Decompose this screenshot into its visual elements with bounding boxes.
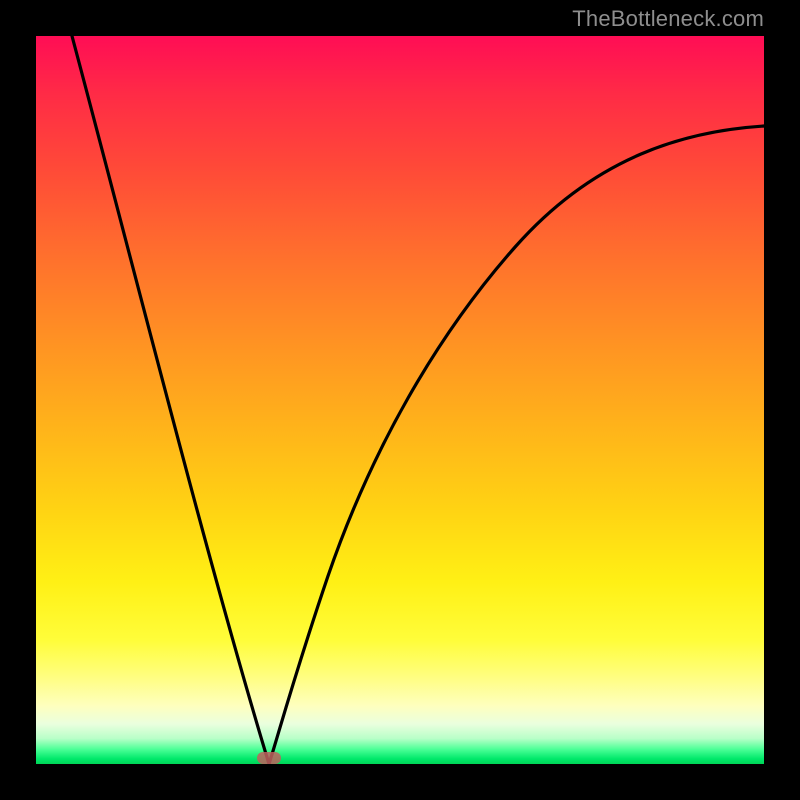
chart-frame: TheBottleneck.com [0,0,800,800]
bottleneck-curve [36,36,764,764]
curve-left-branch [72,36,269,764]
watermark-text: TheBottleneck.com [572,6,764,32]
curve-right-branch [269,126,764,764]
min-marker [257,752,281,764]
plot-area [36,36,764,764]
